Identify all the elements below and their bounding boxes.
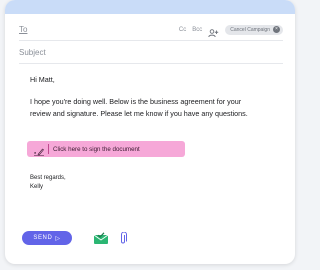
envelope-check-icon[interactable]: [93, 231, 109, 245]
email-paragraph: I hope you're doing well. Below is the b…: [30, 97, 248, 118]
cc-button[interactable]: Cc: [179, 27, 186, 33]
sign-divider: [48, 144, 49, 154]
arrow-right-icon: ▷: [55, 235, 61, 242]
add-contact-icon[interactable]: [208, 25, 219, 38]
send-button[interactable]: SEND ▷: [22, 231, 72, 245]
compose-footer: SEND ▷: [22, 231, 127, 245]
email-compose-card: To Cc Bcc Cancel Campaign × Subject Hi M…: [5, 0, 295, 264]
signature-name: Kelly: [30, 184, 44, 190]
recipient-actions: Cc Bcc Cancel Campaign ×: [179, 24, 283, 38]
email-greeting: Hi Matt,: [30, 75, 55, 84]
paperclip-icon[interactable]: [119, 231, 127, 245]
subject-placeholder: Subject: [19, 48, 46, 57]
compose-header-strip: [5, 0, 295, 14]
close-icon[interactable]: ×: [273, 26, 280, 33]
closing-line: Best regards,: [30, 175, 66, 181]
sign-document-link[interactable]: Click here to sign the document: [27, 141, 185, 157]
to-field-row[interactable]: To Cc Bcc Cancel Campaign ×: [19, 19, 283, 41]
to-label: To: [19, 25, 28, 34]
cancel-campaign-chip[interactable]: Cancel Campaign ×: [225, 24, 283, 35]
subject-field[interactable]: Subject: [19, 42, 283, 64]
campaign-chip-label: Cancel Campaign: [230, 26, 270, 33]
sign-cta-text: Click here to sign the document: [53, 145, 140, 153]
signature-pen-icon: [33, 144, 45, 156]
email-closing: Best regards, Kelly: [30, 174, 250, 192]
send-label: SEND: [33, 235, 53, 241]
bcc-button[interactable]: Bcc: [192, 27, 202, 33]
